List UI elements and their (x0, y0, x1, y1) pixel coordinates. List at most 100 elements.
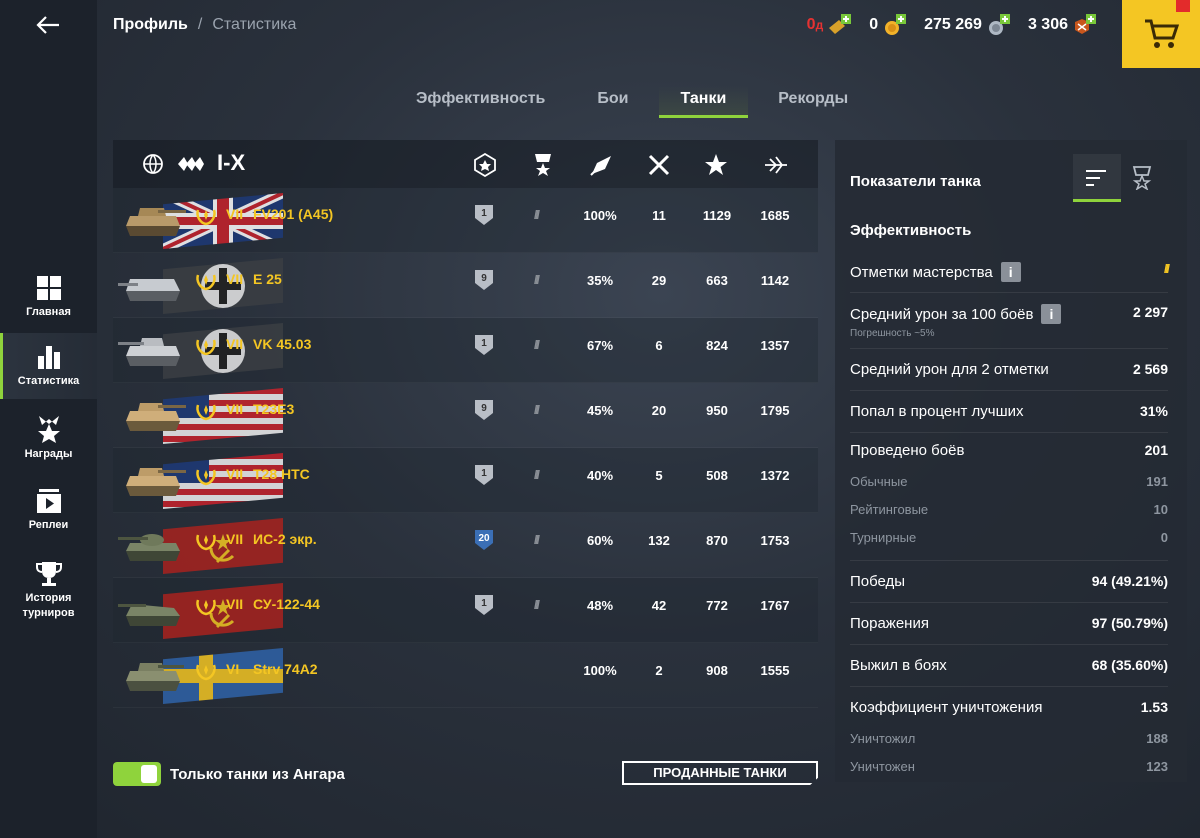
shop-button[interactable] (1122, 0, 1200, 68)
gold-alt-currency[interactable]: 0д (807, 14, 852, 36)
tank-image (118, 604, 180, 626)
tank-type-icon[interactable] (176, 153, 208, 175)
hangar-only-toggle[interactable] (113, 762, 161, 786)
tanks-table: I-X VII FV201 (A45) 1 /// 100% 11 1129 1… (113, 140, 818, 734)
table-row[interactable]: VII T23E3 9 /// 45% 20 950 1795 (113, 383, 818, 448)
sold-tanks-button[interactable]: ПРОДАННЫЕ ТАНКИ (622, 761, 818, 785)
sidebar-item-replays[interactable]: Реплеи (0, 477, 97, 543)
gold-amount: 0 (869, 16, 879, 33)
avg-xp-cell: 1372 (760, 468, 790, 483)
info-icon[interactable]: i (1000, 262, 1021, 282)
tank-image (126, 403, 186, 431)
divider (850, 686, 1168, 687)
stat-value: 94 (49.21%) (1091, 573, 1168, 589)
divider (850, 348, 1168, 349)
back-button[interactable] (28, 10, 68, 40)
tank-name: VK 45.03 (253, 336, 312, 352)
cart-icon (1145, 19, 1179, 48)
tier-filter[interactable]: I-X (217, 150, 245, 176)
sidebar-item-label: История турниров (22, 592, 75, 619)
marks-indicator: /// (534, 273, 540, 287)
stat-value: 201 (1144, 442, 1168, 458)
gold-currency[interactable]: 0 (869, 14, 907, 36)
star-award-icon (37, 415, 60, 443)
stat-label: Турнирные (850, 530, 917, 545)
free-xp-currency[interactable]: 3 306 (1028, 14, 1096, 36)
sidebar-item-home[interactable]: Главная (0, 264, 97, 330)
tank-tier: VII (226, 596, 244, 612)
premium-wreath-icon (196, 469, 216, 486)
battles-icon[interactable] (647, 153, 671, 177)
marks-icon[interactable] (532, 153, 554, 177)
table-row[interactable]: VII E 25 9 /// 35% 29 663 1142 (113, 253, 818, 318)
panel-tab-stats[interactable] (1073, 154, 1121, 202)
stat-label: Коэффициент уничтожения (850, 699, 1043, 716)
sidebar-item-awards[interactable]: Награды (0, 405, 97, 471)
divider (850, 644, 1168, 645)
gold-alt-suffix: д (815, 18, 824, 32)
info-icon[interactable]: i (1041, 304, 1062, 324)
mastery-badge: 9 (473, 398, 495, 422)
tab-battles[interactable]: Бои (597, 86, 628, 118)
stat-value: 123 (1146, 759, 1168, 774)
marks-tab-icon[interactable] (1131, 166, 1153, 190)
table-body: VII FV201 (A45) 1 /// 100% 11 1129 1685 … (113, 188, 818, 708)
sidebar-item-tournament-history[interactable]: История турниров (0, 555, 97, 627)
avg-damage-cell: 772 (706, 598, 728, 613)
sidebar-item-label: Главная (26, 305, 71, 318)
tab-tanks[interactable]: Танки (658, 86, 749, 118)
stat-avg-damage-100: Средний урон за 100 боёв i 2 297 (850, 304, 1168, 324)
avg-xp-cell: 1795 (760, 403, 790, 418)
winrate-cell: 67% (586, 338, 614, 353)
list-icon (1086, 170, 1106, 186)
globe-icon[interactable] (142, 153, 164, 175)
breadcrumb-profile[interactable]: Профиль (113, 16, 188, 34)
tank-name: ИС-2 экр. (253, 531, 317, 547)
error-note: Погрешность ~5% (850, 328, 935, 339)
stat-label: Поражения (850, 615, 929, 632)
premium-wreath-icon (196, 339, 216, 356)
winrate-icon[interactable] (589, 153, 613, 177)
stat-value: 31% (1139, 403, 1168, 419)
avg-damage-cell: 870 (706, 533, 728, 548)
avg-damage-cell: 824 (706, 338, 728, 353)
stat-label: Обычные (850, 474, 908, 489)
panel-title: Показатели танка (850, 173, 981, 190)
stat-label: Уничтожил (850, 731, 916, 746)
battles-cell: 132 (648, 533, 670, 548)
table-row[interactable]: VII FV201 (A45) 1 /// 100% 11 1129 1685 (113, 188, 818, 253)
table-row[interactable]: VII ИС-2 экр. 20 /// 60% 132 870 1753 (113, 513, 818, 578)
tank-tier: VII (226, 271, 244, 287)
marks-indicator: /// (534, 468, 540, 482)
stat-kd-ratio: Коэффициент уничтожения 1.53 (850, 699, 1168, 716)
stat-label: Попал в процент лучших (850, 403, 1024, 420)
tank-name: T23E3 (253, 401, 295, 417)
tab-efficiency[interactable]: Эффективность (416, 86, 545, 118)
table-row[interactable]: VII СУ-122-44 1 /// 48% 42 772 1767 (113, 578, 818, 643)
sidebar-item-statistics[interactable]: Статистика (0, 333, 97, 399)
table-row[interactable]: VII T28 HTC 1 /// 40% 5 508 1372 (113, 448, 818, 513)
table-row[interactable]: VI Strv 74A2 100% 2 908 1555 (113, 643, 818, 708)
mastery-badge: 20 (473, 528, 495, 552)
stat-losses: Поражения 97 (50.79%) (850, 615, 1168, 632)
avg-xp-star-icon[interactable] (704, 153, 728, 177)
stat-label: Победы (850, 573, 906, 590)
table-row[interactable]: VII VK 45.03 1 /// 67% 6 824 1357 (113, 318, 818, 383)
credits-currency[interactable]: 275 269 (924, 14, 1010, 36)
sidebar: Главная Статистика Награды Реплеи Истори… (0, 0, 97, 838)
mastery-badge-icon[interactable] (473, 153, 497, 177)
battles-cell: 42 (651, 598, 667, 613)
sidebar-item-label: Статистика (17, 374, 80, 387)
tank-tier: VII (226, 466, 244, 482)
stat-label: Выжил в боях (850, 657, 947, 674)
marks-indicator: /// (1163, 262, 1170, 276)
tank-tier: VII (226, 336, 244, 352)
stat-rating: Рейтинговые 10 (850, 502, 1168, 517)
tank-tier: VII (226, 401, 244, 417)
stat-tournament: Турнирные 0 (850, 530, 1168, 545)
tab-records[interactable]: Рекорды (778, 86, 848, 118)
tank-image (126, 468, 186, 496)
damage-icon[interactable] (764, 153, 788, 177)
premium-wreath-icon (196, 209, 216, 226)
avg-damage-cell: 950 (706, 403, 728, 418)
